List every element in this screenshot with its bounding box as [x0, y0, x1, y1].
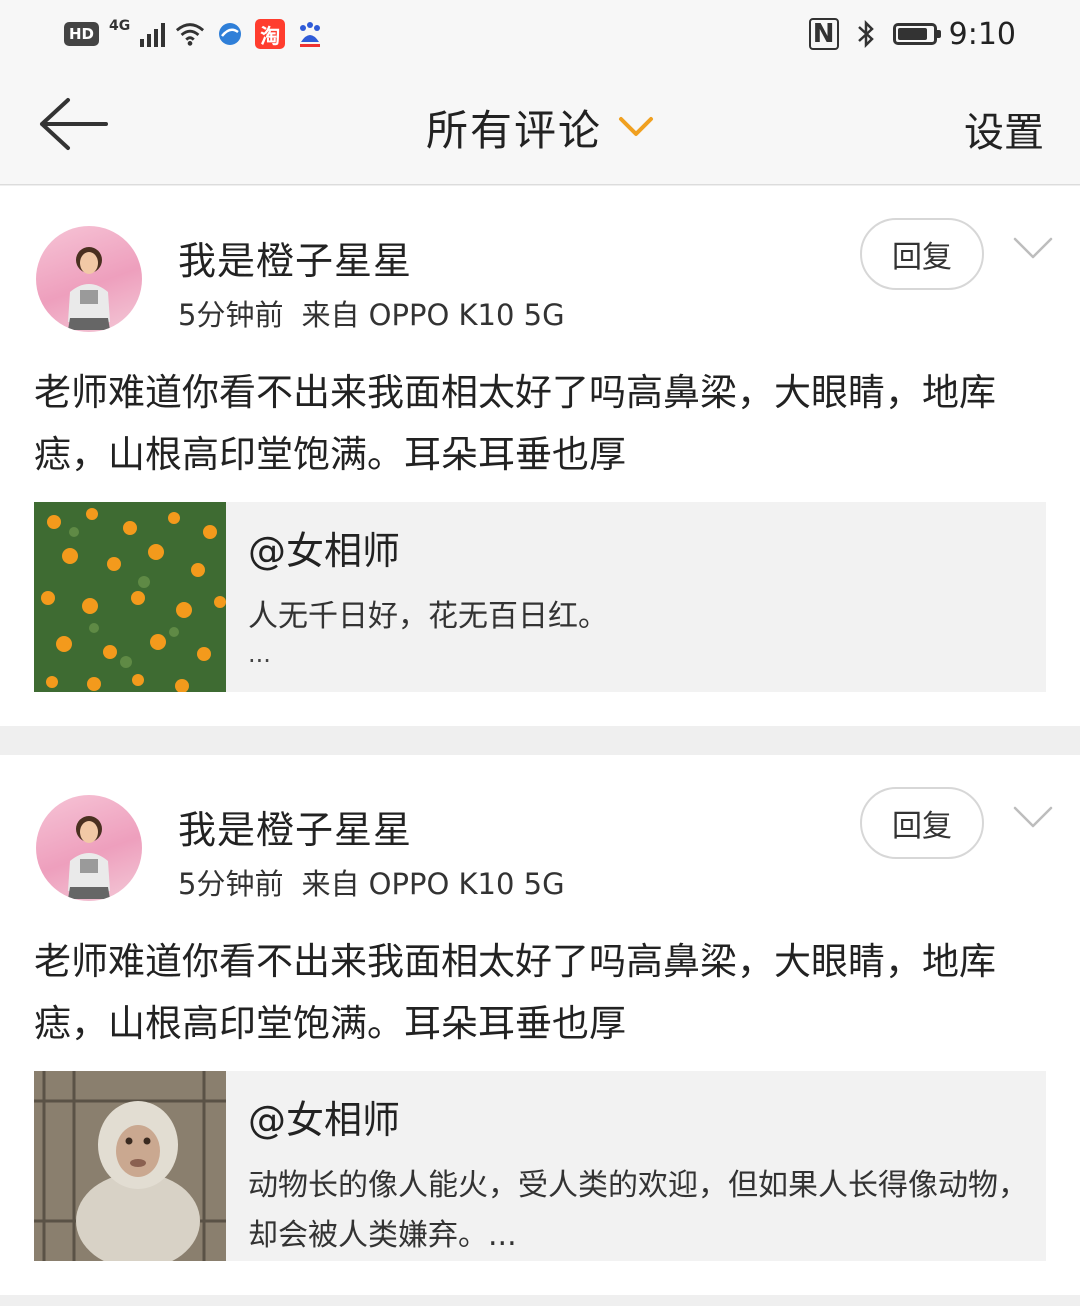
chevron-down-icon[interactable]: [1012, 805, 1054, 833]
taobao-icon: 淘: [255, 19, 286, 49]
username[interactable]: 我是橙子星星: [178, 799, 412, 854]
quoted-text-ellipsis: ...: [248, 640, 271, 668]
quoted-post-thumbnail: [34, 502, 226, 692]
quoted-post-thumbnail: [34, 1071, 226, 1261]
quoted-post[interactable]: @女相师 人无千日好，花无百日红。 ...: [34, 502, 1046, 692]
reply-button[interactable]: 回复: [860, 787, 984, 859]
comment-text: 老师难道你看不出来我面相太好了吗高鼻梁，大眼睛，地库痣，山根高印堂饱满。耳朵耳垂…: [34, 940, 996, 1045]
chevron-down-icon[interactable]: [1012, 236, 1054, 264]
comment-meta: 5分钟前 来自 OPPO K10 5G: [178, 861, 565, 903]
page-title: 所有评论: [425, 105, 602, 155]
comment-time: 5分钟前: [178, 298, 284, 332]
comment-time: 5分钟前: [178, 867, 284, 901]
signal-icon: [140, 21, 166, 47]
comment-source: 来自 OPPO K10 5G: [301, 867, 565, 901]
status-right-icons: N 9:10: [808, 14, 1016, 54]
hd-icon: HD: [64, 22, 100, 46]
quoted-post[interactable]: @女相师 动物长的像人能火，受人类的欢迎，但如果人长得像动物，却会被人类嫌弃。.…: [34, 1071, 1046, 1261]
status-bar: HD 4G 淘 N 9:10: [0, 0, 1080, 70]
comment-meta: 5分钟前 来自 OPPO K10 5G: [178, 292, 565, 334]
quoted-text: 人无千日好，花无百日红。: [248, 599, 608, 634]
wifi-icon: [175, 19, 205, 49]
comment-source: 来自 OPPO K10 5G: [301, 298, 565, 332]
avatar[interactable]: [36, 795, 142, 901]
status-left-icons: HD 4G 淘: [64, 16, 325, 52]
reply-button[interactable]: 回复: [860, 218, 984, 290]
quoted-author[interactable]: @女相师: [248, 520, 400, 575]
baidu-icon: [295, 19, 325, 49]
chevron-down-icon: [618, 115, 654, 139]
browser-app-icon: [215, 19, 245, 49]
app-header: 所有评论 设置: [0, 70, 1080, 185]
quoted-author[interactable]: @女相师: [248, 1089, 400, 1144]
quoted-text: 动物长的像人能火，受人类的欢迎，但如果人长得像动物，却会被人类嫌弃。...: [248, 1168, 1028, 1253]
avatar[interactable]: [36, 226, 142, 332]
title-dropdown[interactable]: 所有评论: [0, 70, 1080, 184]
bluetooth-icon: [851, 19, 881, 49]
comment-card: 我是橙子星星 5分钟前 来自 OPPO K10 5G 回复 老师难道你看不出来我面…: [0, 186, 1080, 726]
nfc-icon: N: [808, 18, 839, 50]
username[interactable]: 我是橙子星星: [178, 230, 412, 285]
battery-icon: [892, 23, 941, 45]
network-type-label: 4G: [109, 18, 131, 34]
comment-card: 我是橙子星星 5分钟前 来自 OPPO K10 5G 回复 老师难道你看不出来我面…: [0, 755, 1080, 1295]
clock: 9:10: [948, 16, 1016, 52]
settings-button[interactable]: 设置: [964, 100, 1044, 158]
comment-text: 老师难道你看不出来我面相太好了吗高鼻梁，大眼睛，地库痣，山根高印堂饱满。耳朵耳垂…: [34, 371, 996, 476]
